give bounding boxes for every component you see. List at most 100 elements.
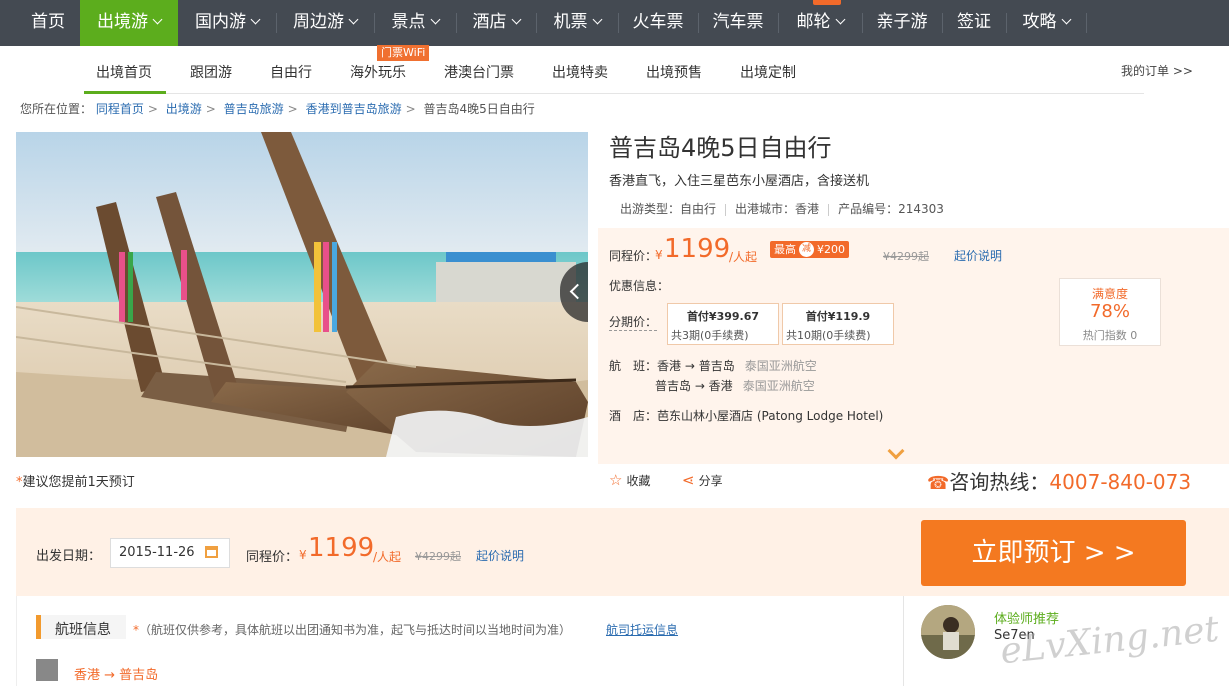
popularity-index: 热门指数 0 [1082,329,1138,342]
breadcrumb-link[interactable]: 香港到普吉岛旅游 [306,102,402,116]
breadcrumb-separator: > [205,102,216,116]
nav-item-flights[interactable]: 机票 [536,0,618,46]
breadcrumb-link[interactable]: 出境游 [166,102,202,116]
installment-terms: 共3期(0手续费) [671,329,749,342]
nav-item-nearby[interactable]: 周边游 [276,0,374,46]
hotel-value: 芭东山林小屋酒店 (Patong Lodge Hotel) [657,409,884,423]
share-button[interactable]: ⋖ 分享 [682,471,723,489]
subnav-item-custom[interactable]: 出境定制 [740,62,796,82]
favorite-button[interactable]: ☆ 收藏 [609,471,650,489]
subnav-item-free-travel[interactable]: 自由行 [270,62,312,82]
flight-section-route: 香港 → 普吉岛 [74,668,159,683]
discount-info-label: 优惠信息： [609,279,670,293]
nav-item-outbound[interactable]: 出境游 [80,0,178,46]
hot-badge [813,0,841,5]
nav-label: 酒店 [472,12,507,32]
subnav-item-outbound-deals[interactable]: 出境特卖 [552,62,608,82]
meta-code-label: 产品编号： [838,202,899,216]
product-meta: 出游类型：自由行 出港城市：香港 产品编号：214303 [620,200,944,217]
flight-outbound: 航 班：香港 → 普吉岛 泰国亚洲航空 [609,357,817,374]
breadcrumb-prefix: 您所在位置： [20,102,93,116]
flight-label: 航 班： [609,359,658,373]
breadcrumb-separator: > [405,102,416,116]
departure-date-label: 出发日期： [36,549,102,564]
flight-return: 普吉岛 → 香港 泰国亚洲航空 [655,377,815,394]
share-icon: ⋖ [682,471,695,489]
hotline-label: 咨询热线： [949,470,1050,494]
price-value: 1199 [664,234,731,264]
wifi-tag[interactable]: 门票WiFi [377,45,430,61]
booking-price-explain-link[interactable]: 起价说明 [476,547,524,564]
flight-airline: 泰国亚洲航空 [742,379,815,393]
chevron-down-icon [592,14,602,25]
breadcrumb-separator: > [147,102,158,116]
product-title: 普吉岛4晚5日自由行 [609,134,832,162]
book-now-button[interactable]: 立即预订 > > [921,520,1186,586]
booking-price-value: 1199 [308,533,375,563]
calendar-icon[interactable] [205,546,218,558]
discount-badge: 最高减 ¥200 [770,241,849,258]
subnav-active-indicator [84,91,166,94]
breadcrumb-link[interactable]: 同程首页 [96,102,144,116]
subnav-divider [84,93,1144,94]
airline-baggage-link[interactable]: 航司托运信息 [606,621,678,638]
breadcrumb-link[interactable]: 普吉岛旅游 [224,102,284,116]
nav-divider [1086,13,1087,33]
nav-label: 攻略 [1022,12,1057,32]
nav-item-guides[interactable]: 攻略 [1006,0,1086,46]
nav-item-hotels[interactable]: 酒店 [456,0,536,46]
top-nav: 首页 出境游 国内游 周边游 景点 酒店 机票 火车票 汽车票 邮轮 亲子游 签… [0,0,1229,46]
phone-icon: ☎ [927,473,950,494]
hotline: ☎咨询热线：4007-840-073 [927,466,1191,495]
subnav-item-presale[interactable]: 出境预售 [646,62,702,82]
price-explain-link[interactable]: 起价说明 [954,247,1002,264]
booking-price-unit: /人起 [373,550,402,564]
nav-item-family[interactable]: 亲子游 [862,0,942,46]
satisfaction-title: 满意度 [1091,287,1128,301]
installment-terms: 共10期(0手续费) [786,329,871,342]
breadcrumb-current: 普吉岛4晚5日自由行 [423,102,535,116]
booking-price-label: 同程价： [246,550,299,565]
price-currency: ¥ [655,248,663,262]
chevron-down-icon [250,14,261,25]
my-orders-link[interactable]: 我的订单 >> [1121,62,1193,79]
hotel-label: 酒 店： [609,409,658,423]
breadcrumb: 您所在位置： 同程首页 > 出境游 > 普吉岛旅游 > 香港到普吉岛旅游 > 普吉岛4晚… [20,100,535,117]
meta-code-value: 214303 [898,202,944,216]
flight-section-title: 航班信息 [55,622,111,638]
breadcrumb-separator: > [287,102,298,116]
subnav-item-hkmo-tickets[interactable]: 港澳台门票 [444,62,514,82]
nav-item-home[interactable]: 首页 [16,0,80,46]
nav-item-bus[interactable]: 汽车票 [698,0,778,46]
booking-original-price: ¥4299起 [415,550,461,563]
nav-item-attractions[interactable]: 景点 [374,0,456,46]
price-unit: /人起 [729,250,758,264]
product-photo [16,132,588,457]
chevron-down-icon [1061,14,1071,25]
flight-section-note: *（航班仅供参考，具体航班以出团通知书为准，起飞与抵达时间以当地时间为准） [133,621,571,638]
recommend-title: 体验师推荐 [994,612,1060,627]
meta-type-value: 自由行 [680,202,717,216]
nav-label: 周边游 [293,12,344,32]
note-text: （航班仅供参考，具体航班以出团通知书为准，起飞与抵达时间以当地时间为准） [139,623,572,637]
nav-item-domestic[interactable]: 国内游 [178,0,276,46]
avatar[interactable] [921,605,975,659]
chevron-down-icon [835,14,845,25]
advice-text: 建议您提前 [22,475,88,490]
subnav-item-overseas-fun[interactable]: 海外玩乐 [350,62,406,82]
installment-option-10[interactable]: 首付¥119.9 共10期(0手续费) [782,303,894,345]
installment-option-3[interactable]: 首付¥399.67 共3期(0手续费) [667,303,779,345]
nav-label: 汽车票 [712,12,764,32]
nav-item-train[interactable]: 火车票 [618,0,698,46]
booking-price-currency: ¥ [299,548,307,562]
discount-icon: 减 [799,242,814,257]
nav-label: 机票 [553,12,588,32]
subnav-item-group-tour[interactable]: 跟团游 [190,62,232,82]
nav-item-cruise[interactable]: 邮轮 [778,0,862,46]
nav-label: 亲子游 [876,12,928,32]
product-subtitle: 香港直飞，入住三星芭东小屋酒店，含接送机 [609,174,870,189]
subnav-item-outbound-home[interactable]: 出境首页 [96,62,152,82]
chevron-down-icon [430,14,440,25]
nav-item-visa[interactable]: 签证 [942,0,1006,46]
nav-label: 国内游 [195,12,246,32]
